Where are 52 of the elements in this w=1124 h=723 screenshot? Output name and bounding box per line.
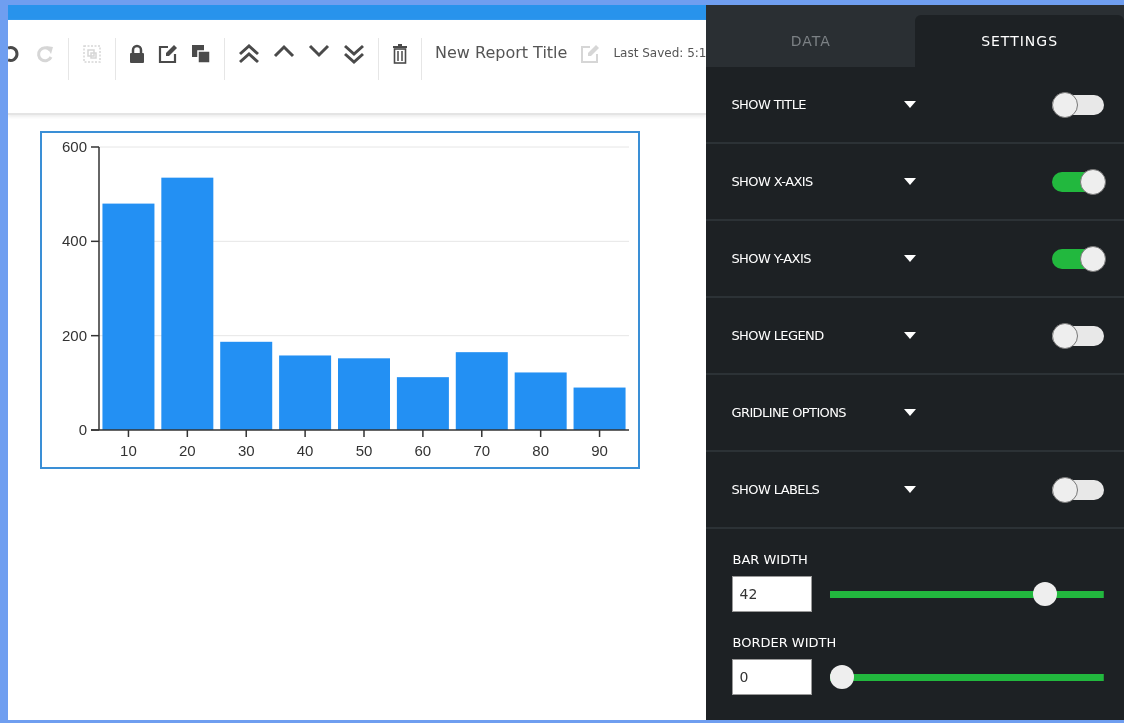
toggle-switch[interactable] bbox=[1052, 325, 1104, 346]
chart-frame[interactable]: 0 200 400 600 10 20 30 40 50 60 70 80 90 bbox=[40, 131, 640, 469]
tab[interactable]: SETTINGS bbox=[915, 15, 1124, 67]
x-tick-label: 50 bbox=[355, 442, 373, 459]
bar bbox=[573, 387, 626, 430]
caret-icon[interactable] bbox=[904, 409, 917, 416]
bar bbox=[514, 372, 567, 430]
lock-icon[interactable] bbox=[129, 44, 145, 64]
slider-label: BAR WIDTH bbox=[732, 552, 808, 567]
number-field[interactable]: 0 bbox=[732, 659, 813, 695]
setting-label: SHOW X-AXIS bbox=[731, 174, 814, 189]
copy-icon[interactable] bbox=[191, 44, 211, 64]
setting-label: GRIDLINE OPTIONS bbox=[731, 405, 848, 420]
y-tick-label: 200 bbox=[61, 326, 87, 344]
slider-thumb[interactable] bbox=[1032, 582, 1057, 606]
setting-label: SHOW LABELS bbox=[731, 482, 821, 497]
slider-thumb[interactable] bbox=[830, 665, 855, 689]
x-tick-label: 30 bbox=[237, 442, 255, 459]
x-tick-label: 70 bbox=[473, 442, 491, 459]
setting-label: SHOW LEGEND bbox=[731, 328, 825, 343]
slider-label: BORDER WIDTH bbox=[732, 635, 837, 650]
x-tick-label: 10 bbox=[120, 442, 137, 459]
toggle-switch[interactable] bbox=[1052, 171, 1104, 192]
x-tick-label: 60 bbox=[414, 442, 432, 459]
bar bbox=[338, 358, 390, 430]
setting-label: SHOW TITLE bbox=[731, 97, 807, 112]
y-tick-label: 400 bbox=[61, 232, 87, 250]
chevron-up-icon[interactable] bbox=[273, 44, 295, 58]
bar bbox=[396, 377, 449, 430]
report-title: New Report Title bbox=[435, 43, 568, 62]
caret-icon[interactable] bbox=[904, 178, 917, 185]
double-chevron-down-icon[interactable] bbox=[343, 44, 365, 64]
y-tick-label: 600 bbox=[61, 138, 87, 155]
caret-icon[interactable] bbox=[904, 255, 917, 262]
chevron-down-icon[interactable] bbox=[308, 44, 330, 58]
x-tick-label: 80 bbox=[532, 442, 549, 459]
trash-icon[interactable] bbox=[392, 44, 408, 64]
setting-label: SHOW Y-AXIS bbox=[731, 251, 812, 266]
x-tick-label: 90 bbox=[591, 442, 608, 459]
caret-icon[interactable] bbox=[904, 486, 917, 493]
toggle-switch[interactable] bbox=[1052, 248, 1104, 269]
x-tick-label: 40 bbox=[296, 442, 314, 459]
caret-icon[interactable] bbox=[904, 101, 917, 108]
caret-icon[interactable] bbox=[904, 332, 917, 339]
toggle-switch[interactable] bbox=[1052, 479, 1104, 500]
y-tick-label: 0 bbox=[78, 421, 87, 438]
edit-icon[interactable] bbox=[158, 44, 178, 64]
number-field[interactable]: 42 bbox=[732, 576, 813, 612]
double-chevron-up-icon[interactable] bbox=[238, 44, 260, 64]
x-tick-label: 20 bbox=[179, 442, 196, 459]
last-saved-text: Last Saved: 5:1 bbox=[613, 46, 707, 60]
toggle-switch[interactable] bbox=[1052, 94, 1104, 115]
